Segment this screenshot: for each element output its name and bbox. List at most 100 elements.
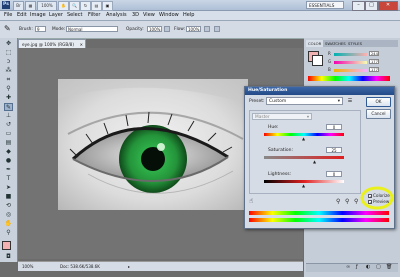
new-layer-icon[interactable]: ▢: [376, 264, 381, 270]
maximize-button[interactable]: □: [365, 1, 378, 11]
flow-field[interactable]: 100%: [186, 26, 201, 32]
lightness-value-field[interactable]: 0: [326, 171, 342, 177]
eyedropper-subtract-icon[interactable]: ⚲: [354, 198, 358, 205]
r-value-field[interactable]: 244: [369, 51, 379, 56]
foreground-color-swatch[interactable]: [2, 241, 11, 250]
document-tab[interactable]: eye.jpg @ 100% (RGB/8) ✕: [18, 39, 86, 48]
fx-icon[interactable]: ƒ: [356, 264, 358, 270]
saturation-value-field[interactable]: 25: [326, 147, 342, 153]
mask-icon[interactable]: ◐: [366, 264, 370, 270]
eyedropper-tool-icon[interactable]: ⚲: [4, 85, 13, 93]
path-selection-tool-icon[interactable]: ➤: [4, 184, 13, 192]
zoom-level-dropdown[interactable]: 100%: [37, 1, 57, 11]
panel-background-swatch[interactable]: [312, 55, 323, 66]
cancel-button[interactable]: Cancel: [366, 109, 391, 119]
menu-analysis[interactable]: Analysis: [106, 12, 127, 19]
arrange-documents-button[interactable]: ▤: [91, 1, 102, 11]
status-doc-size[interactable]: Doc: 538.6K/538.6K: [60, 262, 100, 271]
airbrush-icon[interactable]: [204, 26, 210, 32]
menu-layer[interactable]: Layer: [49, 12, 63, 19]
document-tab-label: eye.jpg @ 100% (RGB/8): [22, 42, 74, 47]
eyedropper-icon[interactable]: ⚲: [336, 198, 340, 205]
pen-tool-icon[interactable]: ✒: [4, 166, 13, 174]
tab-styles[interactable]: STYLES: [346, 40, 364, 47]
3d-orbit-tool-icon[interactable]: ◎: [4, 211, 13, 219]
tab-swatches[interactable]: SWATCHES: [323, 40, 348, 47]
eyedropper-add-icon[interactable]: ⚲: [345, 198, 349, 205]
zoom-tool-button[interactable]: 🔍: [69, 1, 80, 11]
blur-tool-icon[interactable]: ◆: [4, 148, 13, 156]
shape-tool-icon[interactable]: ■: [4, 193, 13, 201]
mode-dropdown[interactable]: Normal: [66, 26, 118, 32]
menu-view[interactable]: View: [143, 12, 155, 19]
dodge-tool-icon[interactable]: ●: [4, 157, 13, 165]
menu-window[interactable]: Window: [159, 12, 179, 19]
color-ramp[interactable]: [308, 76, 390, 81]
link-icon[interactable]: ∞: [346, 264, 350, 270]
menu-edit[interactable]: Edit: [17, 12, 27, 19]
type-tool-icon[interactable]: T: [4, 175, 13, 183]
ok-button[interactable]: OK: [366, 97, 391, 107]
menu-filter[interactable]: Filter: [88, 12, 100, 19]
b-slider[interactable]: [334, 69, 367, 72]
saturation-slider-handle[interactable]: ▲: [313, 159, 316, 164]
g-slider[interactable]: [334, 61, 367, 64]
screen-mode-button[interactable]: ▣: [102, 1, 113, 11]
lightness-slider-handle[interactable]: ▲: [302, 183, 305, 188]
brush-tool-preset-icon[interactable]: ✎: [4, 24, 14, 34]
rotate-view-button[interactable]: ↻: [80, 1, 91, 11]
status-zoom[interactable]: 100%: [22, 262, 33, 271]
b-value-field[interactable]: 177: [369, 67, 379, 72]
minimize-button[interactable]: –: [352, 1, 365, 11]
hue-slider-handle[interactable]: ▲: [302, 136, 305, 141]
eraser-tool-icon[interactable]: ▭: [4, 130, 13, 138]
b-label: B: [328, 67, 331, 72]
menu-help[interactable]: Help: [183, 12, 194, 19]
g-value-field[interactable]: 177: [369, 59, 379, 64]
brush-tool-icon[interactable]: ✎: [4, 103, 13, 111]
mini-bridge-button[interactable]: ▦: [25, 1, 36, 11]
quick-mask-icon[interactable]: ◘: [4, 253, 13, 261]
3d-rotate-tool-icon[interactable]: ⟲: [4, 202, 13, 210]
quick-selection-tool-icon[interactable]: ⁂: [4, 67, 13, 75]
healing-brush-tool-icon[interactable]: ✚: [4, 94, 13, 102]
lightness-label: Lightness:: [268, 172, 292, 177]
channel-dropdown[interactable]: Master ▾: [252, 113, 312, 120]
brush-size-picker[interactable]: 9: [35, 26, 46, 32]
gradient-tool-icon[interactable]: ▤: [4, 139, 13, 147]
hand-tool-icon[interactable]: ✋: [4, 220, 13, 228]
crop-tool-icon[interactable]: ⌗: [4, 76, 13, 84]
targeted-adjustment-hand-icon[interactable]: ☝: [249, 197, 253, 205]
status-menu-arrow-icon[interactable]: ▸: [128, 262, 130, 271]
tab-color[interactable]: COLOR: [306, 40, 324, 47]
workspace-switcher[interactable]: ESSENTIALS: [306, 1, 344, 9]
preset-dropdown[interactable]: Custom ▾: [266, 97, 343, 105]
tablet-pressure-size-icon[interactable]: [214, 26, 220, 32]
panel-button-strip: ∞ ƒ ◐ ▢ 🗑: [306, 263, 398, 272]
marquee-tool-icon[interactable]: ⬚: [4, 49, 13, 57]
saturation-slider[interactable]: [264, 156, 344, 159]
preset-options-icon[interactable]: ☰: [346, 97, 354, 105]
menu-3d[interactable]: 3D: [132, 12, 139, 19]
move-tool-icon[interactable]: ✥: [4, 40, 13, 48]
hand-tool-button[interactable]: ✋: [58, 1, 69, 11]
bridge-button[interactable]: Br: [13, 1, 24, 11]
trash-icon[interactable]: 🗑: [386, 264, 392, 270]
opacity-field[interactable]: 100%: [147, 26, 162, 32]
menu-select[interactable]: Select: [67, 12, 82, 19]
clone-stamp-tool-icon[interactable]: ⊥: [4, 112, 13, 120]
lasso-tool-icon[interactable]: ↄ: [4, 58, 13, 66]
preview-checkbox[interactable]: ✓: [368, 200, 372, 205]
zoom-tool-icon[interactable]: ⚲: [4, 229, 13, 237]
opacity-label: Opacity:: [126, 27, 144, 32]
menu-file[interactable]: File: [4, 12, 12, 19]
eye-image-canvas[interactable]: [58, 79, 248, 210]
hue-value-field[interactable]: 0: [326, 124, 342, 130]
menu-image[interactable]: Image: [30, 12, 46, 19]
saturation-label: Saturation:: [268, 148, 293, 153]
colorize-checkbox[interactable]: ✓: [368, 194, 372, 199]
close-button[interactable]: ✕: [378, 1, 398, 11]
r-slider[interactable]: [334, 53, 367, 56]
tablet-pressure-opacity-icon[interactable]: [164, 26, 170, 32]
history-brush-tool-icon[interactable]: ↺: [4, 121, 13, 129]
